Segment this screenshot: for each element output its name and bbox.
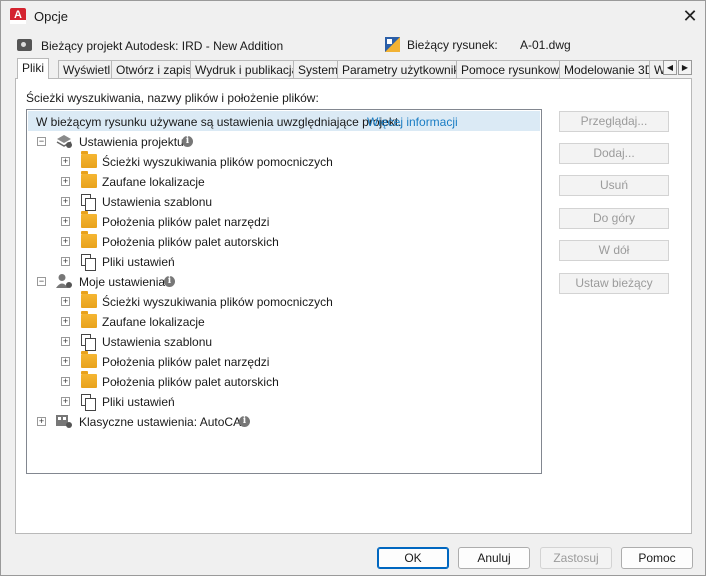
apply-button[interactable]: Zastosuj <box>540 547 612 569</box>
tree-item-label: Ustawienia szablonu <box>102 195 213 209</box>
info-icon[interactable]: i <box>164 276 175 287</box>
tab-files[interactable]: Pliki <box>17 58 50 79</box>
expand-toggle[interactable]: + <box>61 177 70 186</box>
user-settings-icon <box>56 274 72 288</box>
info-banner-text: W bieżącym rysunku używane są ustawienia… <box>36 115 402 129</box>
copy-icon <box>81 254 96 271</box>
current-project-label: Bieżący projekt Autodesk: IRD - New Addi… <box>41 39 284 53</box>
window-title: Opcje <box>34 9 68 24</box>
tree-item[interactable]: + Zaufane lokalizacje <box>27 171 537 192</box>
tree-item-label: Położenia plików palet narzędzi <box>102 215 270 229</box>
tree-group-project-settings[interactable]: − Ustawienia projektu i <box>27 132 537 152</box>
collapse-toggle[interactable]: − <box>37 137 46 146</box>
tree-item[interactable]: + Pliki ustawień <box>27 392 537 412</box>
drawing-icon <box>385 37 400 52</box>
folder-icon <box>81 211 97 228</box>
info-icon[interactable]: i <box>182 136 193 147</box>
tree-item[interactable]: + Ustawienia szablonu <box>27 192 537 212</box>
ok-button[interactable]: OK <box>377 547 449 569</box>
cancel-button[interactable]: Anuluj <box>458 547 530 569</box>
expand-toggle[interactable]: + <box>61 377 70 386</box>
search-paths-label: Ścieżki wyszukiwania, nazwy plików i poł… <box>26 91 319 105</box>
help-button[interactable]: Pomoc <box>621 547 693 569</box>
expand-toggle[interactable]: + <box>61 237 70 246</box>
folder-icon <box>81 351 97 368</box>
tab-strip: Pliki Wyświetl Otwórz i zapisz Wydruk i … <box>15 58 665 79</box>
options-dialog: A Opcje ✕ Bieżący projekt Autodesk: IRD … <box>0 0 706 576</box>
expand-toggle[interactable]: + <box>61 217 70 226</box>
remove-button[interactable]: Usuń <box>559 175 669 196</box>
folder-icon <box>81 231 97 248</box>
tree-item-label: Pliki ustawień <box>102 255 175 269</box>
expand-toggle[interactable]: + <box>61 397 70 406</box>
tree-item[interactable]: + Pliki ustawień <box>27 252 537 272</box>
expand-toggle[interactable]: + <box>61 297 70 306</box>
tree-item-label: Zaufane lokalizacje <box>102 175 205 189</box>
current-drawing-value: A-01.dwg <box>520 38 571 52</box>
tree-item[interactable]: + Położenia plików palet narzędzi <box>27 211 537 232</box>
tree-group-label: Ustawienia projektu <box>79 135 184 149</box>
classic-settings-icon <box>56 415 72 428</box>
set-current-button[interactable]: Ustaw bieżący <box>559 273 669 294</box>
tab-user-preferences[interactable]: Parametry użytkownika <box>337 60 472 79</box>
copy-icon <box>81 394 96 411</box>
tree-item[interactable]: + Ścieżki wyszukiwania plików pomocniczy… <box>27 151 537 172</box>
tab-scroll-right-button[interactable]: ▶ <box>678 60 692 75</box>
copy-icon <box>81 194 96 211</box>
expand-toggle[interactable]: + <box>61 197 70 206</box>
folder-icon <box>81 371 97 388</box>
tree-item[interactable]: + Ścieżki wyszukiwania plików pomocniczy… <box>27 291 537 312</box>
info-banner: W bieżącym rysunku używane są ustawienia… <box>28 111 540 131</box>
tab-plot-publish[interactable]: Wydruk i publikacja <box>190 60 304 79</box>
browse-button[interactable]: Przeglądaj... <box>559 111 669 132</box>
folder-icon <box>81 311 97 328</box>
current-drawing-label: Bieżący rysunek: <box>407 38 498 52</box>
tree-item-label: Położenia plików palet autorskich <box>102 235 279 249</box>
tree-item-label: Ścieżki wyszukiwania plików pomocniczych <box>102 155 333 169</box>
project-settings-icon <box>56 135 72 148</box>
tab-open-save[interactable]: Otwórz i zapisz <box>111 60 203 79</box>
tree-group-label: Moje ustawienia <box>79 275 166 289</box>
tree-item-label: Ścieżki wyszukiwania plików pomocniczych <box>102 295 333 309</box>
tree-item-label: Zaufane lokalizacje <box>102 315 205 329</box>
expand-toggle[interactable]: + <box>61 337 70 346</box>
expand-toggle[interactable]: + <box>61 157 70 166</box>
tab-system[interactable]: System <box>293 60 344 79</box>
tab-3d-modeling[interactable]: Modelowanie 3D <box>559 60 659 79</box>
collapse-toggle[interactable]: − <box>37 277 46 286</box>
copy-icon <box>81 334 96 351</box>
tree-item[interactable]: + Położenia plików palet narzędzi <box>27 351 537 372</box>
expand-toggle[interactable]: + <box>61 257 70 266</box>
expand-toggle[interactable]: + <box>61 357 70 366</box>
add-button[interactable]: Dodaj... <box>559 143 669 164</box>
close-button[interactable]: ✕ <box>677 3 703 29</box>
tree-item-label: Ustawienia szablonu <box>102 335 213 349</box>
tab-scroll-left-button[interactable]: ◀ <box>663 60 677 75</box>
tree-item[interactable]: + Ustawienia szablonu <box>27 332 537 352</box>
info-icon[interactable]: i <box>239 416 250 427</box>
tree-item-label: Położenia plików palet autorskich <box>102 375 279 389</box>
expand-toggle[interactable]: + <box>37 417 46 426</box>
title-bar: A Opcje ✕ <box>1 1 705 31</box>
tree-group-classic-settings[interactable]: + Klasyczne ustawienia: AutoCAD i <box>27 412 537 432</box>
project-icon <box>17 39 32 51</box>
move-up-button[interactable]: Do góry <box>559 208 669 229</box>
tree-item[interactable]: + Położenia plików palet autorskich <box>27 371 537 392</box>
tab-display[interactable]: Wyświetl <box>58 60 116 79</box>
autocad-app-icon: A <box>10 8 26 24</box>
more-info-link[interactable]: Więcej informacji <box>367 115 458 129</box>
file-paths-tree[interactable]: W bieżącym rysunku używane są ustawienia… <box>26 109 542 474</box>
folder-icon <box>81 151 97 168</box>
expand-toggle[interactable]: + <box>61 317 70 326</box>
tree-item-label: Pliki ustawień <box>102 395 175 409</box>
tree-group-label: Klasyczne ustawienia: AutoCAD <box>79 415 250 429</box>
tree-item-label: Położenia plików palet narzędzi <box>102 355 270 369</box>
tree-item[interactable]: + Położenia plików palet autorskich <box>27 231 537 252</box>
folder-icon <box>81 171 97 188</box>
move-down-button[interactable]: W dół <box>559 240 669 261</box>
tab-drafting[interactable]: Pomoce rysunkowe <box>456 60 571 79</box>
folder-icon <box>81 291 97 308</box>
tree-item[interactable]: + Zaufane lokalizacje <box>27 311 537 332</box>
tree-group-my-settings[interactable]: − Moje ustawienia i <box>27 272 537 292</box>
